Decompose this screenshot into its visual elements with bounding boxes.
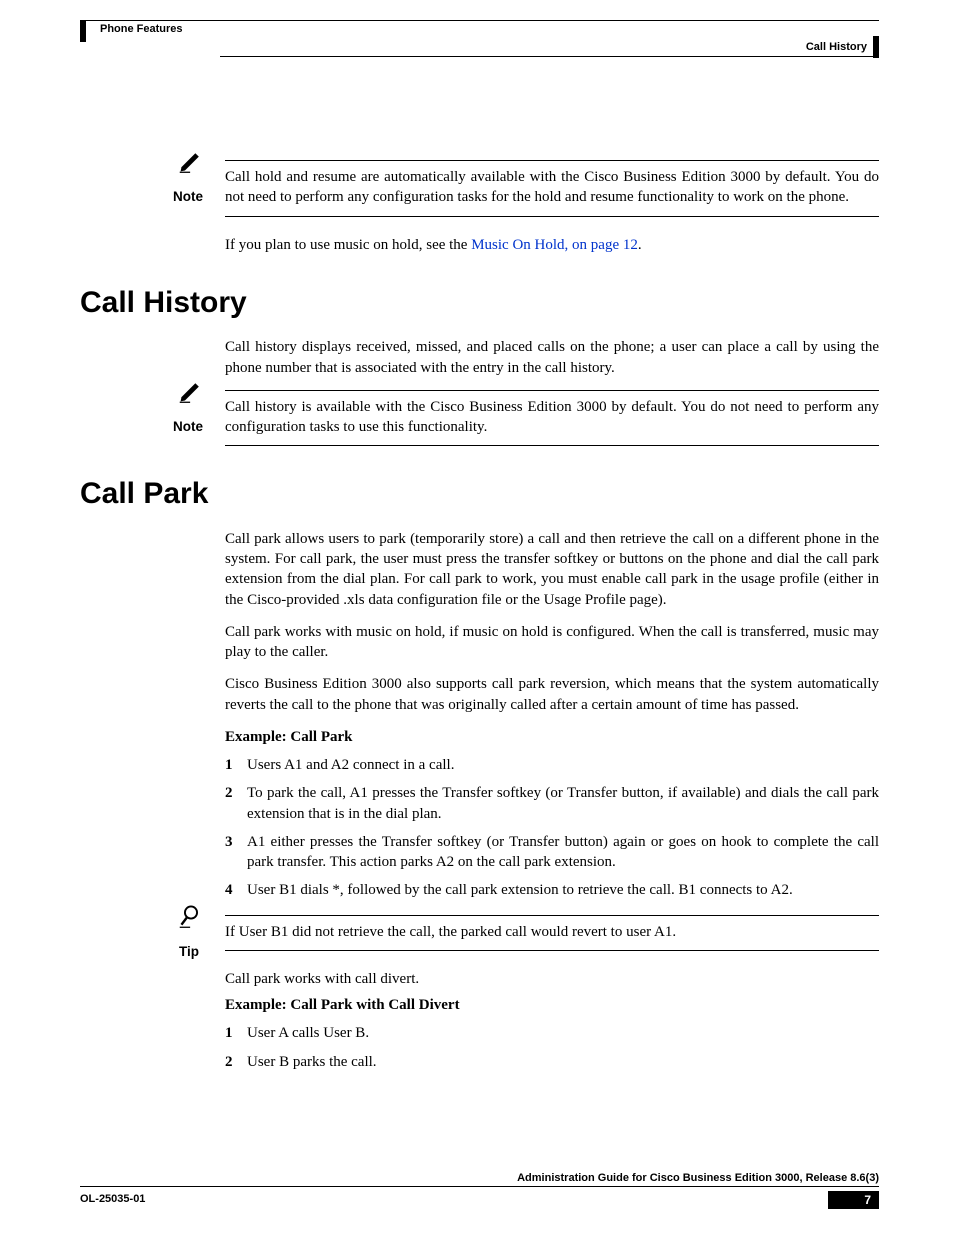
list-item: 2 To park the call, A1 presses the Trans… (225, 783, 879, 824)
moh-text-post: . (638, 237, 642, 253)
step-text: User B parks the call. (247, 1052, 879, 1072)
moh-text-pre: If you plan to use music on hold, see th… (225, 237, 471, 253)
page-footer: Administration Guide for Cisco Business … (80, 1171, 879, 1209)
header-rule-bottom (220, 56, 873, 57)
step-text: User A calls User B. (247, 1023, 879, 1043)
pencil-icon (178, 378, 204, 404)
call-park-p1: Call park allows users to park (temporar… (225, 529, 879, 610)
call-history-heading: Call History (80, 283, 879, 324)
footer-rule (80, 1186, 879, 1187)
footer-doc-id: OL-25035-01 (80, 1192, 145, 1207)
tip-rule-bottom (225, 950, 879, 951)
magnifier-icon (178, 903, 204, 929)
header-section-title: Call History (806, 40, 867, 55)
list-item: 2User B parks the call. (225, 1052, 879, 1072)
moh-paragraph: If you plan to use music on hold, see th… (225, 235, 879, 255)
header-right-marker (873, 36, 879, 58)
note-block-1: Note Call hold and resume are automatica… (80, 160, 879, 217)
step-number: 2 (225, 783, 247, 824)
example-call-park-steps: 1Users A1 and A2 connect in a call. 2 To… (225, 755, 879, 901)
step-text: User B1 dials *, followed by the call pa… (247, 880, 879, 900)
note-rule-top (225, 160, 879, 161)
footer-page-number: 7 (828, 1191, 879, 1209)
step-number: 1 (225, 755, 247, 775)
note-text: Call history is available with the Cisco… (225, 397, 879, 438)
note-block-2: Note Call history is available with the … (80, 390, 879, 447)
step-number: 4 (225, 880, 247, 900)
note-rule-bottom (225, 445, 879, 446)
footer-book-title: Administration Guide for Cisco Business … (80, 1171, 879, 1186)
step-number: 2 (225, 1052, 247, 1072)
footer-row: OL-25035-01 7 (80, 1191, 879, 1209)
note-text: Call hold and resume are automatically a… (225, 167, 879, 208)
note-rule-bottom (225, 216, 879, 217)
note-label: Note (173, 418, 203, 436)
list-item: 1Users A1 and A2 connect in a call. (225, 755, 879, 775)
tip-text: If User B1 did not retrieve the call, th… (225, 922, 879, 942)
call-history-intro: Call history displays received, missed, … (225, 337, 879, 378)
step-text: A1 either presses the Transfer softkey (… (247, 832, 879, 873)
header-left-marker (80, 20, 86, 42)
call-park-heading: Call Park (80, 474, 879, 515)
header-chapter-title: Phone Features (100, 22, 183, 37)
example-call-park-divert-steps: 1User A calls User B. 2User B parks the … (225, 1023, 879, 1072)
music-on-hold-link[interactable]: Music On Hold, on page 12 (471, 237, 638, 253)
step-text: Users A1 and A2 connect in a call. (247, 755, 879, 775)
example-call-park-heading: Example: Call Park (225, 727, 879, 747)
example-call-park-divert-heading: Example: Call Park with Call Divert (225, 995, 879, 1015)
step-text: To park the call, A1 presses the Transfe… (247, 783, 879, 824)
note-label: Note (173, 188, 203, 206)
page: Phone Features Call History Note Call ho… (0, 0, 954, 1235)
tip-rule-top (225, 915, 879, 916)
note-rule-top (225, 390, 879, 391)
tip-label: Tip (179, 943, 199, 961)
list-item: 1User A calls User B. (225, 1023, 879, 1043)
step-number: 3 (225, 832, 247, 873)
list-item: 3 A1 either presses the Transfer softkey… (225, 832, 879, 873)
list-item: 4 User B1 dials *, followed by the call … (225, 880, 879, 900)
tip-block: Tip If User B1 did not retrieve the call… (80, 915, 879, 951)
call-park-p3: Cisco Business Edition 3000 also support… (225, 674, 879, 715)
pencil-icon (178, 148, 204, 174)
step-number: 1 (225, 1023, 247, 1043)
header-rule-top (86, 20, 879, 21)
page-header: Phone Features Call History (80, 20, 879, 70)
call-park-divert-text: Call park works with call divert. (225, 969, 879, 989)
call-park-p2: Call park works with music on hold, if m… (225, 622, 879, 663)
page-content: Note Call hold and resume are automatica… (80, 160, 879, 1072)
